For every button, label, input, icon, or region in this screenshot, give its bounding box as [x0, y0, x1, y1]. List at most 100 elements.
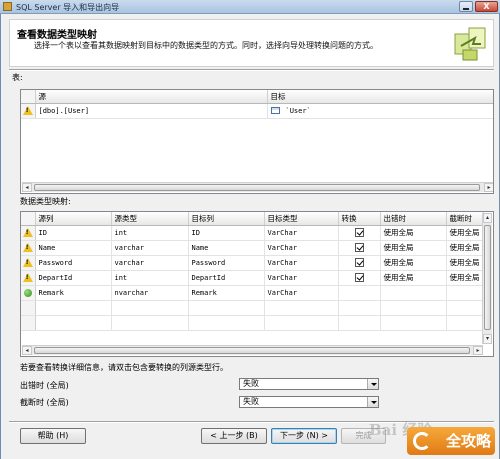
page-description: 选择一个表以查看其数据映射到目标中的数据类型的方式。同时，选择向导处理转换问题的… — [34, 41, 378, 50]
on-error-global-select[interactable]: 失败 — [239, 378, 379, 390]
source-type-cell[interactable]: int — [111, 225, 189, 241]
target-type-cell[interactable]: VarChar — [264, 240, 339, 256]
mapping-horizontal-scrollbar[interactable]: ◂ ▸ — [22, 345, 483, 355]
convert-checkbox[interactable] — [354, 273, 364, 282]
convert-checkbox[interactable] — [354, 258, 364, 267]
mapping-label: 数据类型映射: — [20, 197, 71, 206]
convert-checkbox[interactable] — [354, 243, 364, 252]
source-column-cell[interactable]: Name — [35, 240, 112, 256]
convert-cell[interactable] — [338, 225, 381, 241]
scroll-right-arrow-icon[interactable]: ▸ — [473, 346, 483, 355]
column-header-target-column[interactable]: 目标列 — [188, 212, 265, 226]
next-button[interactable]: 下一步 (N) > — [271, 428, 337, 444]
scroll-thumb[interactable] — [34, 347, 470, 354]
column-header-source-type[interactable]: 源类型 — [111, 212, 189, 226]
on-truncate-cell[interactable]: 使用全局 — [446, 255, 484, 271]
table-row[interactable]: Remark nvarchar Remark VarChar — [21, 285, 484, 301]
on-truncate-cell[interactable]: 使用全局 — [446, 240, 484, 256]
target-type-cell[interactable]: VarChar — [264, 225, 339, 241]
site-badge: 全攻略 — [407, 427, 495, 455]
column-header-on-error[interactable]: 出错时 — [380, 212, 447, 226]
convert-cell[interactable] — [338, 255, 381, 271]
on-error-cell[interactable] — [380, 285, 447, 301]
mapping-grid[interactable]: 源列 源类型 目标列 目标类型 转换 出错时 截断时 IDintIDVarCha… — [20, 211, 494, 357]
warning-icon — [22, 273, 33, 282]
minimize-button[interactable] — [459, 1, 473, 12]
header-separator — [9, 69, 494, 71]
target-type-cell[interactable]: VarChar — [264, 285, 339, 301]
on-error-cell[interactable]: 使用全局 — [380, 255, 447, 271]
window-title: SQL Server 导入和导出向导 — [16, 3, 120, 12]
ok-icon — [23, 288, 32, 297]
table-row[interactable]: [dbo].[User] `User` — [21, 103, 493, 119]
scroll-thumb[interactable] — [484, 225, 491, 330]
empty-row — [21, 315, 484, 331]
on-truncate-global-select[interactable]: 失败 — [239, 396, 379, 408]
on-error-cell[interactable]: 使用全局 — [380, 240, 447, 256]
close-button[interactable]: X — [475, 1, 498, 12]
scroll-thumb[interactable] — [34, 184, 480, 191]
convert-cell[interactable] — [338, 270, 381, 286]
tables-grid[interactable]: 源 目标 [dbo].[User] `User` ◂ ▸ — [20, 89, 494, 194]
on-truncate-cell[interactable] — [446, 285, 484, 301]
on-error-global-label: 出错时 (全局) — [20, 381, 69, 390]
table-source-cell[interactable]: [dbo].[User] — [35, 103, 268, 119]
table-target-cell[interactable]: `User` — [267, 103, 493, 119]
tables-horizontal-scrollbar[interactable]: ◂ ▸ — [22, 182, 493, 192]
table-row[interactable]: NamevarcharNameVarChar使用全局使用全局 — [21, 240, 484, 256]
table-row[interactable]: PasswordvarcharPasswordVarChar使用全局使用全局 — [21, 255, 484, 271]
table-row[interactable]: DepartIdintDepartIdVarChar使用全局使用全局 — [21, 270, 484, 286]
on-truncate-cell[interactable]: 使用全局 — [446, 225, 484, 241]
chevron-down-icon[interactable] — [367, 379, 378, 389]
scroll-left-arrow-icon[interactable]: ◂ — [22, 346, 32, 355]
convert-checkbox[interactable] — [354, 228, 364, 237]
column-header-convert[interactable]: 转换 — [338, 212, 381, 226]
on-truncate-global-label: 截断时 (全局) — [20, 398, 69, 407]
scroll-up-arrow-icon[interactable]: ▴ — [483, 213, 492, 223]
mapping-hint: 若要查看转换详细信息，请双击包含要转换的列源类型行。 — [20, 363, 228, 372]
target-column-cell[interactable]: ID — [188, 225, 265, 241]
back-button[interactable]: < 上一步 (B) — [201, 428, 267, 444]
mapping-vertical-scrollbar[interactable]: ▴ ▾ — [482, 213, 492, 344]
source-type-cell[interactable]: int — [111, 270, 189, 286]
column-header-source[interactable]: 源 — [35, 90, 268, 104]
on-truncate-cell[interactable]: 使用全局 — [446, 270, 484, 286]
convert-cell[interactable] — [338, 240, 381, 256]
target-column-cell[interactable]: Remark — [188, 285, 265, 301]
convert-cell[interactable] — [338, 285, 381, 301]
column-header-source-column[interactable]: 源列 — [35, 212, 112, 226]
wizard-logo-icon — [454, 27, 486, 61]
target-type-cell[interactable]: VarChar — [264, 270, 339, 286]
source-column-cell[interactable]: Remark — [35, 285, 112, 301]
on-error-cell[interactable]: 使用全局 — [380, 225, 447, 241]
target-column-cell[interactable]: DepartId — [188, 270, 265, 286]
warning-icon — [22, 243, 33, 252]
page-title: 查看数据类型映射 — [17, 30, 97, 41]
swirl-logo-icon — [413, 432, 431, 450]
help-button[interactable]: 帮助 (H) — [20, 428, 86, 444]
scroll-left-arrow-icon[interactable]: ◂ — [22, 183, 32, 192]
app-icon — [3, 2, 12, 11]
title-bar: SQL Server 导入和导出向导 X — [0, 0, 500, 14]
source-type-cell[interactable]: nvarchar — [111, 285, 189, 301]
column-header-target-type[interactable]: 目标类型 — [264, 212, 339, 226]
on-error-cell[interactable]: 使用全局 — [380, 270, 447, 286]
scroll-right-arrow-icon[interactable]: ▸ — [484, 183, 493, 192]
header-banner: 查看数据类型映射 选择一个表以查看其数据映射到目标中的数据类型的方式。同时，选择… — [9, 19, 494, 67]
chevron-down-icon[interactable] — [367, 397, 378, 407]
source-type-cell[interactable]: varchar — [111, 255, 189, 271]
source-column-cell[interactable]: ID — [35, 225, 112, 241]
table-row[interactable]: IDintIDVarChar使用全局使用全局 — [21, 225, 484, 241]
target-column-cell[interactable]: Password — [188, 255, 265, 271]
target-column-cell[interactable]: Name — [188, 240, 265, 256]
column-header-target[interactable]: 目标 — [267, 90, 493, 104]
scroll-down-arrow-icon[interactable]: ▾ — [483, 334, 492, 344]
source-type-cell[interactable]: varchar — [111, 240, 189, 256]
source-column-cell[interactable]: DepartId — [35, 270, 112, 286]
target-type-cell[interactable]: VarChar — [264, 255, 339, 271]
source-column-cell[interactable]: Password — [35, 255, 112, 271]
wizard-window: 查看数据类型映射 选择一个表以查看其数据映射到目标中的数据类型的方式。同时，选择… — [0, 14, 500, 459]
column-header-on-truncate[interactable]: 截断时 — [446, 212, 484, 226]
warning-icon — [22, 258, 33, 267]
warning-icon — [22, 106, 33, 115]
